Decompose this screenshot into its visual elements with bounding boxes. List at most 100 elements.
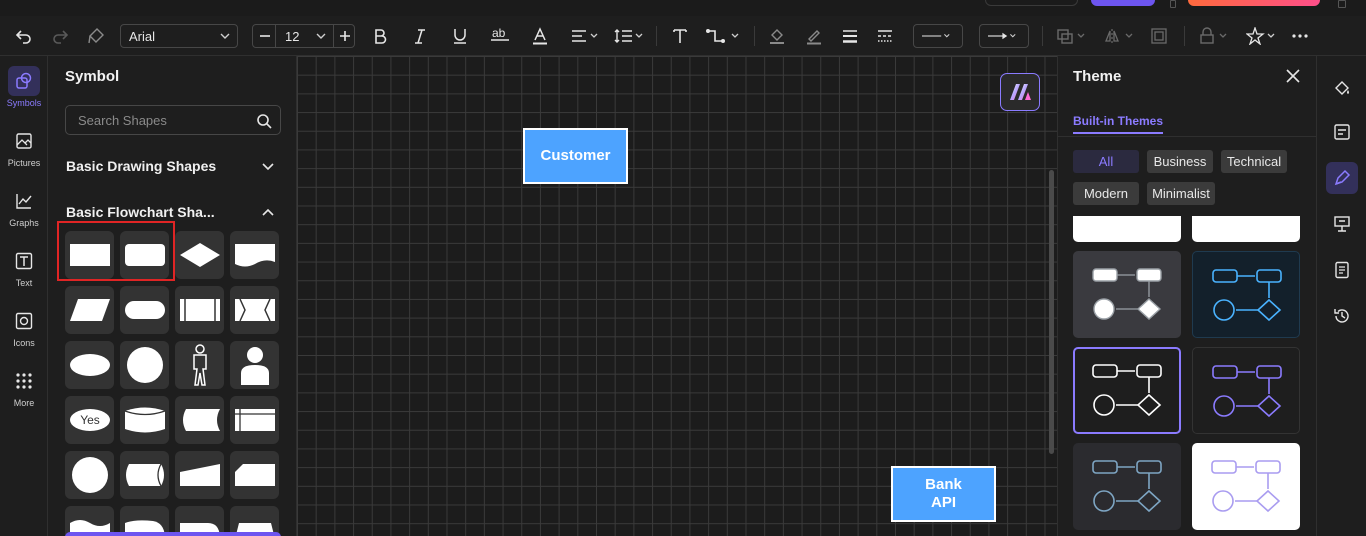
- predefined-process-shape[interactable]: [175, 286, 224, 334]
- redo-icon[interactable]: [48, 16, 72, 56]
- user-shape[interactable]: [230, 341, 279, 389]
- decrease-font-icon[interactable]: [257, 28, 273, 47]
- top-orange-button[interactable]: [1188, 0, 1320, 6]
- filter-technical[interactable]: Technical: [1221, 150, 1287, 173]
- symbol-panel: Symbol Basic Drawing Shapes Basic Flowch…: [49, 56, 297, 536]
- star-icon[interactable]: [1244, 16, 1280, 56]
- increase-font-icon[interactable]: [337, 28, 353, 47]
- chevron-down-icon[interactable]: [261, 159, 275, 173]
- yes-label: Yes: [80, 413, 100, 427]
- theme-card-selected[interactable]: [1073, 347, 1181, 434]
- section-basic-drawing-shapes[interactable]: Basic Drawing Shapes: [66, 158, 216, 174]
- theme-card[interactable]: [1192, 251, 1300, 338]
- page-setup-icon[interactable]: [1326, 116, 1358, 148]
- cylinder-shape[interactable]: [120, 396, 169, 444]
- rail-item-graphs[interactable]: Graphs: [0, 180, 48, 236]
- filter-minimalist[interactable]: Minimalist: [1147, 182, 1215, 205]
- search-input[interactable]: [78, 112, 248, 128]
- fill-bucket-icon[interactable]: [1326, 72, 1358, 104]
- drawing-canvas[interactable]: Customer Bank API: [297, 56, 1057, 536]
- rail-item-more[interactable]: More: [0, 360, 48, 416]
- bank-api-node[interactable]: Bank API: [891, 466, 996, 522]
- line-style-select[interactable]: [913, 24, 963, 48]
- filter-modern[interactable]: Modern: [1073, 182, 1139, 205]
- line-weight-icon[interactable]: [838, 16, 862, 56]
- collate-shape[interactable]: [230, 286, 279, 334]
- presentation-icon[interactable]: [1326, 208, 1358, 240]
- history-icon[interactable]: [1326, 300, 1358, 332]
- more-icon[interactable]: [1288, 16, 1312, 56]
- ai-assistant-button[interactable]: [1000, 73, 1040, 111]
- stored-data-shape[interactable]: [175, 396, 224, 444]
- top-outline-button[interactable]: [985, 0, 1078, 6]
- theme-card[interactable]: [1192, 216, 1300, 242]
- fill-icon[interactable]: [765, 16, 789, 56]
- underline-icon[interactable]: [448, 16, 472, 56]
- text-icon[interactable]: [668, 16, 692, 56]
- top-purple-button[interactable]: [1091, 0, 1155, 6]
- internal-storage-shape[interactable]: [230, 396, 279, 444]
- terminator-shape[interactable]: [120, 286, 169, 334]
- icons-icon: [8, 306, 40, 336]
- close-icon[interactable]: [1285, 68, 1301, 84]
- canvas-scrollbar[interactable]: [1049, 170, 1054, 454]
- more-shapes-button[interactable]: [65, 532, 281, 536]
- connector-circle-shape[interactable]: [65, 451, 114, 499]
- arrow-style-select[interactable]: [979, 24, 1029, 48]
- yes-ellipse-shape[interactable]: Yes: [65, 396, 114, 444]
- tab-divider: [1058, 136, 1316, 137]
- undo-icon[interactable]: [12, 16, 36, 56]
- rail-item-text[interactable]: Text: [0, 240, 48, 296]
- filter-all[interactable]: All: [1073, 150, 1139, 173]
- theme-brush-icon[interactable]: [1326, 162, 1358, 194]
- decision-shape[interactable]: [175, 231, 224, 279]
- chevron-down-icon[interactable]: [315, 29, 327, 43]
- theme-card[interactable]: [1073, 251, 1181, 338]
- customer-node[interactable]: Customer: [523, 128, 628, 184]
- italic-icon[interactable]: [408, 16, 432, 56]
- align-icon[interactable]: [568, 16, 602, 56]
- selection-highlight: [57, 221, 175, 281]
- font-size-value[interactable]: 12: [285, 29, 299, 44]
- ellipse-shape[interactable]: [65, 341, 114, 389]
- filter-business[interactable]: Business: [1147, 150, 1213, 173]
- dash-icon[interactable]: [873, 16, 897, 56]
- crop-icon[interactable]: [1147, 16, 1171, 56]
- lock-icon[interactable]: [1196, 16, 1232, 56]
- tab-built-in-themes[interactable]: Built-in Themes: [1073, 114, 1164, 134]
- outline-icon[interactable]: [1326, 254, 1358, 286]
- font-color-icon[interactable]: [528, 16, 552, 56]
- flip-icon[interactable]: [1102, 16, 1138, 56]
- group-icon[interactable]: [1054, 16, 1090, 56]
- font-size-control: 12: [252, 24, 355, 48]
- top-square-icon[interactable]: [1170, 0, 1176, 8]
- more-grid-icon: [8, 366, 40, 396]
- strikethrough-icon[interactable]: ab: [488, 16, 512, 56]
- top-window-icon[interactable]: [1338, 0, 1346, 8]
- rail-item-symbols[interactable]: Symbols: [0, 60, 48, 116]
- rail-item-icons[interactable]: Icons: [0, 300, 48, 356]
- format-painter-icon[interactable]: [84, 16, 108, 56]
- actor-shape[interactable]: [175, 341, 224, 389]
- theme-card[interactable]: [1073, 216, 1181, 242]
- font-family-select[interactable]: Arial: [120, 24, 238, 48]
- rail-label: Symbols: [6, 98, 42, 108]
- toolbar: Arial 12 ab: [0, 16, 1366, 56]
- search-icon[interactable]: [256, 113, 272, 129]
- theme-card[interactable]: [1073, 443, 1181, 530]
- chevron-up-icon[interactable]: [261, 205, 275, 219]
- bold-icon[interactable]: [368, 16, 392, 56]
- theme-card[interactable]: [1192, 347, 1300, 434]
- data-shape[interactable]: [65, 286, 114, 334]
- connector-icon[interactable]: [704, 16, 744, 56]
- circle-shape[interactable]: [120, 341, 169, 389]
- theme-card[interactable]: [1192, 443, 1300, 530]
- card-shape[interactable]: [230, 451, 279, 499]
- direct-data-shape[interactable]: [120, 451, 169, 499]
- line-spacing-icon[interactable]: [612, 16, 646, 56]
- rail-item-pictures[interactable]: Pictures: [0, 120, 48, 176]
- manual-input-shape[interactable]: [175, 451, 224, 499]
- document-shape[interactable]: [230, 231, 279, 279]
- section-basic-flowchart-shapes[interactable]: Basic Flowchart Sha...: [66, 204, 215, 220]
- line-color-icon[interactable]: [802, 16, 826, 56]
